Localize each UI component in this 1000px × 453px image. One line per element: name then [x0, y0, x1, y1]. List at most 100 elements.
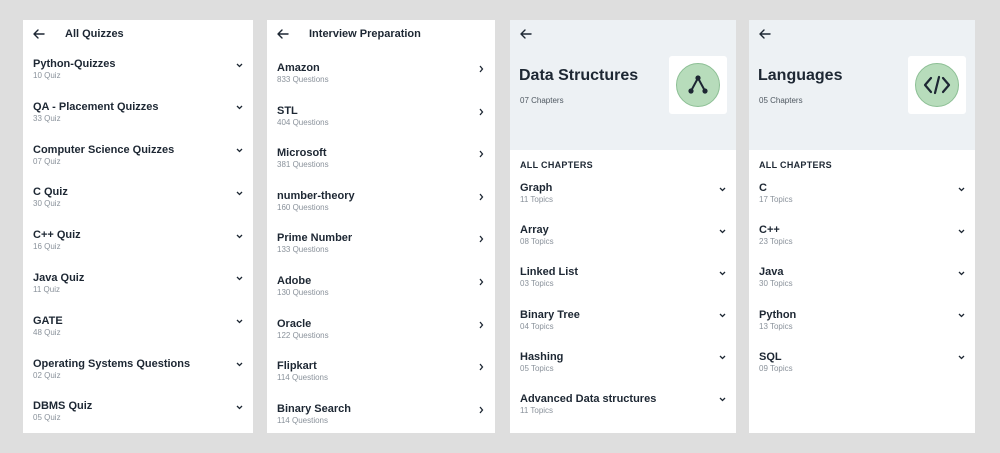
item-title: Hashing [520, 350, 564, 363]
chevron-right-icon[interactable] [477, 108, 485, 116]
chevron-down-icon[interactable] [235, 403, 243, 411]
list-item-topic[interactable]: Prime Number 133 Questions [267, 232, 495, 275]
list-item-chapter[interactable]: Python 13 Topics [749, 309, 975, 351]
list-item-quiz[interactable]: Operating Systems Questions 02 Quiz [23, 358, 253, 401]
chevron-down-icon[interactable] [718, 269, 726, 277]
item-count: 11 Quiz [33, 284, 60, 294]
list-item-topic[interactable]: Adobe 130 Questions [267, 275, 495, 318]
list-item-topic[interactable]: Flipkart 114 Questions [267, 360, 495, 403]
chapter-list: C 17 Topics C++ 23 Topics Java 30 Topics… [749, 182, 975, 393]
quiz-list: Python-Quizzes 10 Quiz QA - Placement Qu… [23, 48, 253, 433]
item-title: Microsoft [277, 147, 327, 160]
code-brackets-icon [915, 63, 959, 107]
chevron-down-icon[interactable] [957, 269, 965, 277]
list-item-quiz[interactable]: GATE 48 Quiz [23, 315, 253, 358]
chevron-down-icon[interactable] [957, 227, 965, 235]
list-item-quiz[interactable]: QA - Placement Quizzes 33 Quiz [23, 101, 253, 144]
list-item-quiz[interactable]: C Quiz 30 Quiz [23, 186, 253, 229]
item-title: Array [520, 224, 549, 237]
chevron-down-icon[interactable] [235, 104, 243, 112]
item-count: 03 Topics [520, 279, 554, 289]
list-item-quiz[interactable]: C++ Quiz 16 Quiz [23, 229, 253, 272]
item-count: 10 Quiz [33, 71, 61, 80]
list-item-topic[interactable]: Oracle 122 Questions [267, 318, 495, 361]
page-title: Interview Preparation [309, 28, 421, 40]
course-title: Data Structures [519, 67, 639, 84]
item-title: Prime Number [277, 232, 353, 245]
item-title: Java [759, 266, 784, 279]
list-item-chapter[interactable]: Array 08 Topics [510, 224, 736, 266]
chevron-down-icon[interactable] [718, 396, 726, 404]
item-count: 114 Questions [277, 373, 328, 383]
item-count: 130 Questions [277, 287, 329, 297]
item-count: 48 Quiz [33, 327, 61, 337]
back-arrow-icon[interactable] [759, 27, 773, 41]
list-item-chapter[interactable]: Advanced Data structures 11 Topics [510, 393, 736, 433]
item-title: Amazon [277, 62, 320, 74]
item-count: 17 Topics [759, 195, 793, 204]
chevron-down-icon[interactable] [235, 232, 243, 240]
company-list: Amazon 833 Questions STL 404 Questions M… [267, 48, 495, 433]
item-title: C Quiz [33, 186, 68, 199]
list-item-chapter[interactable]: Java 30 Topics [749, 266, 975, 308]
chevron-right-icon[interactable] [477, 278, 485, 286]
chevron-down-icon[interactable] [957, 354, 965, 362]
item-count: 133 Questions [277, 245, 329, 255]
section-label: ALL CHAPTERS [759, 160, 832, 170]
list-item-chapter[interactable]: Hashing 05 Topics [510, 351, 736, 393]
chevron-down-icon[interactable] [957, 312, 965, 320]
list-item-chapter[interactable]: C++ 23 Topics [749, 224, 975, 266]
chevron-down-icon[interactable] [235, 147, 243, 155]
chevron-down-icon[interactable] [235, 61, 243, 69]
item-title: Advanced Data structures [520, 392, 657, 405]
item-title: Python [759, 308, 797, 321]
chevron-right-icon[interactable] [477, 193, 485, 201]
interview-preparation-panel: Interview Preparation Amazon 833 Questio… [267, 20, 495, 433]
list-item-chapter[interactable]: SQL 09 Topics [749, 351, 975, 393]
chevron-down-icon[interactable] [235, 318, 243, 326]
chevron-right-icon[interactable] [477, 150, 485, 158]
list-item-topic[interactable]: Amazon 833 Questions [267, 62, 495, 105]
chevron-right-icon[interactable] [477, 321, 485, 329]
chevron-down-icon[interactable] [718, 354, 726, 362]
list-item-topic[interactable]: Microsoft 381 Questions [267, 147, 495, 190]
item-title: Binary Tree [520, 308, 580, 321]
list-item-chapter[interactable]: C 17 Topics [749, 182, 975, 224]
chevron-down-icon[interactable] [235, 275, 243, 283]
item-count: 07 Quiz [33, 156, 61, 166]
list-item-chapter[interactable]: Graph 11 Topics [510, 182, 736, 224]
item-title: Python-Quizzes [33, 58, 116, 70]
back-arrow-icon[interactable] [277, 27, 291, 41]
chevron-down-icon[interactable] [718, 312, 726, 320]
list-item-chapter[interactable]: Linked List 03 Topics [510, 266, 736, 308]
chevron-down-icon[interactable] [235, 361, 243, 369]
list-item-topic[interactable]: Binary Search 114 Questions [267, 403, 495, 433]
course-title: Languages [758, 67, 843, 84]
list-item-quiz[interactable]: Computer Science Quizzes 07 Quiz [23, 144, 253, 187]
item-count: 30 Quiz [33, 199, 61, 209]
chevron-down-icon[interactable] [235, 189, 243, 197]
back-arrow-icon[interactable] [520, 27, 534, 41]
chevron-down-icon[interactable] [957, 185, 965, 193]
chevron-right-icon[interactable] [477, 363, 485, 371]
back-arrow-icon[interactable] [33, 27, 47, 41]
list-item-chapter[interactable]: Binary Tree 04 Topics [510, 309, 736, 351]
chevron-right-icon[interactable] [477, 235, 485, 243]
item-count: 30 Topics [759, 279, 793, 289]
item-count: 09 Topics [759, 363, 793, 373]
chevron-right-icon[interactable] [477, 65, 485, 73]
item-count: 08 Topics [520, 237, 554, 247]
chevron-down-icon[interactable] [718, 185, 726, 193]
list-item-quiz[interactable]: DBMS Quiz 05 Quiz [23, 400, 253, 433]
list-item-quiz[interactable]: Java Quiz 11 Quiz [23, 272, 253, 315]
chevron-right-icon[interactable] [477, 406, 485, 414]
item-count: 404 Questions [277, 117, 329, 127]
list-item-quiz[interactable]: Python-Quizzes 10 Quiz [23, 58, 253, 101]
item-title: Operating Systems Questions [33, 357, 191, 370]
item-count: 16 Quiz [33, 242, 61, 252]
course-header: Data Structures 07 Chapters [510, 20, 736, 150]
chevron-down-icon[interactable] [718, 227, 726, 235]
list-item-topic[interactable]: STL 404 Questions [267, 105, 495, 148]
item-count: 04 Topics [520, 321, 554, 331]
list-item-topic[interactable]: number-theory 160 Questions [267, 190, 495, 233]
